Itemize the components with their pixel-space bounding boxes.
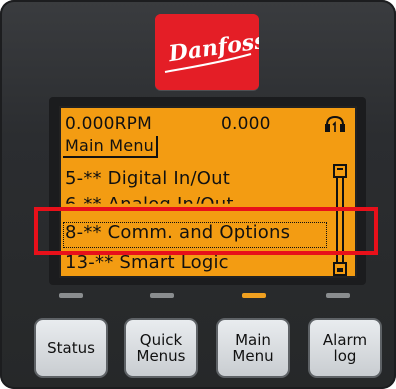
alarm-log-led xyxy=(326,293,350,298)
scroll-up-arrow-icon[interactable] xyxy=(333,164,347,178)
menu-item-digital-in-out[interactable]: 5-** Digital In/Out xyxy=(65,166,230,192)
alarm-log-button-label: Alarm log xyxy=(322,331,368,365)
control-panel: Danfoss 0.000RPM 0.000 Main Menu 5-** Di… xyxy=(0,0,396,389)
main-menu-led xyxy=(242,293,266,298)
alarm-log-button[interactable]: Alarm log xyxy=(308,318,382,378)
main-menu-button-label: Main Menu xyxy=(232,331,274,365)
highlight-frame xyxy=(34,207,378,255)
speed-readout: 0.000RPM xyxy=(65,114,152,134)
status-button-label: Status xyxy=(47,339,95,357)
scroll-down-arrow-icon[interactable] xyxy=(333,262,347,276)
danfoss-logo: Danfoss xyxy=(155,14,259,90)
main-menu-button[interactable]: Main Menu xyxy=(216,318,290,378)
status-led xyxy=(59,293,83,298)
status-button[interactable]: Status xyxy=(34,318,108,378)
quick-menus-button[interactable]: Quick Menus xyxy=(124,318,198,378)
menu-title: Main Menu xyxy=(63,136,159,158)
value-readout: 0.000 xyxy=(221,114,271,134)
status-line: 0.000RPM 0.000 xyxy=(61,114,355,136)
quick-menus-led xyxy=(150,293,174,298)
quick-menus-button-label: Quick Menus xyxy=(136,331,186,365)
hand-on-icon xyxy=(323,115,347,135)
